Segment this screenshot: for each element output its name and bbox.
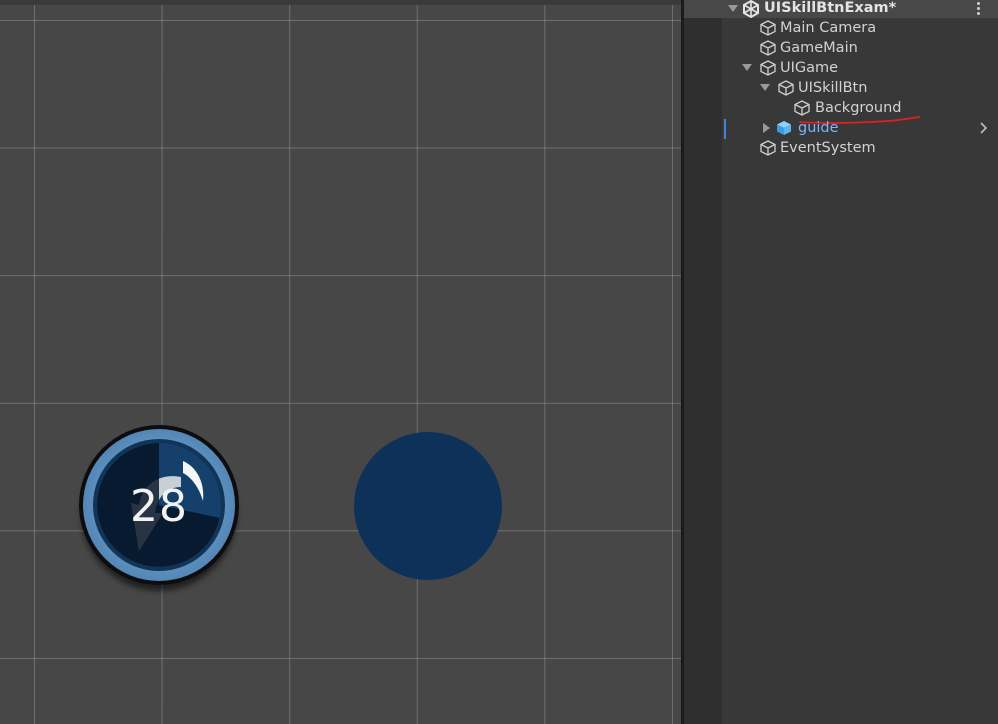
scene-view[interactable]: 28 [0,0,681,724]
chevron-down-icon[interactable] [728,5,738,12]
gameobject-cube-icon [760,40,776,56]
gameobject-cube-icon [760,60,776,76]
hierarchy-item-label: UIGame [780,60,839,76]
hierarchy-item-label: UISkillBtn [798,80,868,96]
chevron-down-icon[interactable] [742,64,752,71]
prefab-cube-icon [777,121,791,135]
scene-name: UISkillBtnExam* [764,0,897,16]
chevron-down-icon[interactable] [760,84,770,91]
gameobject-cube-icon [778,80,794,96]
background-image-preview[interactable] [354,432,502,580]
hierarchy-item-label: GameMain [780,40,858,56]
cooldown-text: 28 [130,480,188,532]
gameobject-cube-icon [760,140,776,156]
hierarchy-item-label: EventSystem [780,140,876,156]
hierarchy-item-label: Main Camera [780,20,877,36]
scene-view-top-bar [0,0,681,5]
hierarchy-item-label: guide [798,120,839,136]
hierarchy-gutter [684,0,722,724]
unity-scene-icon [743,0,759,18]
chevron-right-icon[interactable] [763,123,770,133]
scene-header-row[interactable]: UISkillBtnExam* [684,0,998,18]
prefab-override-marker [724,119,726,139]
skill-button[interactable]: 28 [79,425,239,585]
gameobject-cube-icon [760,20,776,36]
more-options-icon[interactable] [974,1,982,17]
chevron-right-icon[interactable] [978,120,990,136]
